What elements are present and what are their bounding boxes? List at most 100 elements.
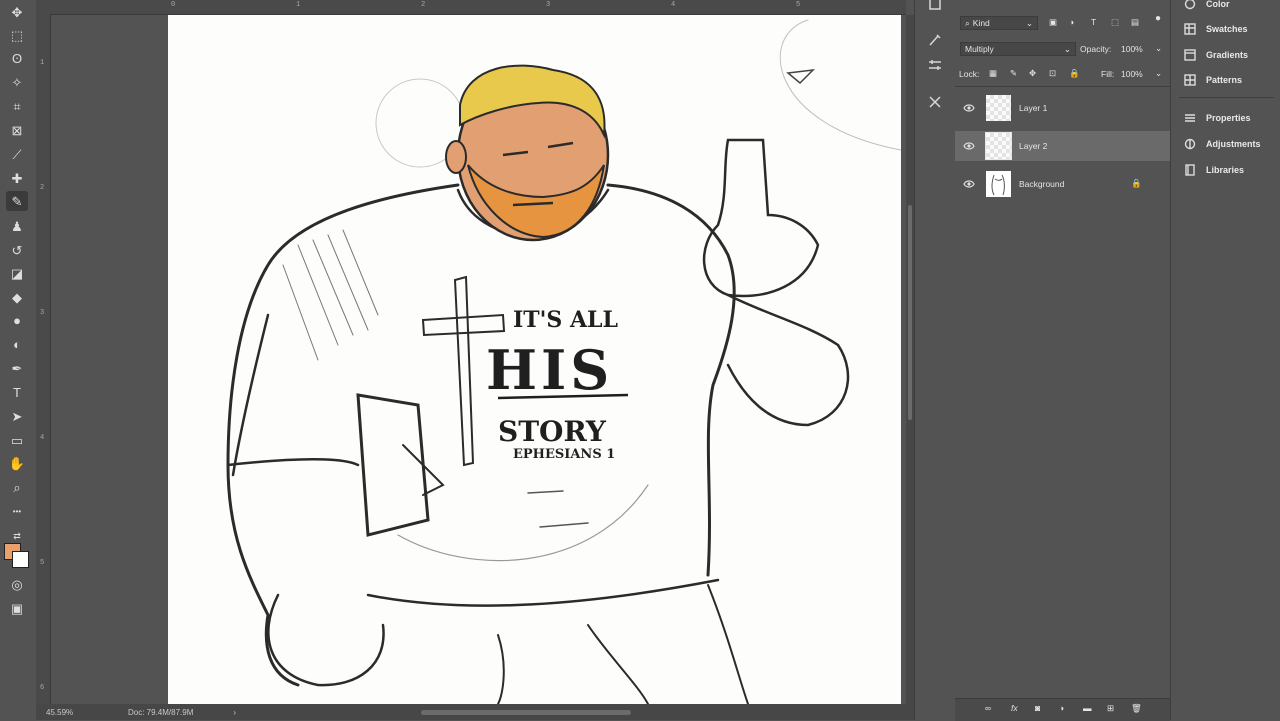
panel-properties[interactable]: Properties <box>1171 108 1280 128</box>
delete-layer-icon[interactable]: 🗑 <box>1131 703 1142 714</box>
brush-tool-icon[interactable]: ✎ <box>6 191 28 211</box>
pen-tool-icon[interactable]: ✒ <box>6 358 28 378</box>
lasso-tool-icon[interactable]: ʘ <box>6 48 28 68</box>
filter-toggle-icon[interactable]: ● <box>1155 13 1161 24</box>
chevron-down-icon: ⌄ <box>1063 43 1071 54</box>
adjustments-icon <box>1183 137 1197 151</box>
blend-mode-value: Multiply <box>965 44 994 54</box>
new-layer-icon[interactable]: ⊞ <box>1107 703 1114 714</box>
zoom-tool-icon[interactable]: ⌕ <box>6 477 28 497</box>
vertical-ruler: 1 2 3 4 5 6 <box>36 14 51 704</box>
eyedropper-tool-icon[interactable]: ⟋ <box>6 144 28 164</box>
history-panel-icon[interactable] <box>927 0 943 12</box>
panel-patterns[interactable]: Patterns <box>1171 70 1280 90</box>
properties-icon <box>1183 111 1197 125</box>
swatches-icon <box>1183 22 1197 36</box>
type-tool-icon[interactable]: T <box>6 382 28 402</box>
ruler-mark: 4 <box>671 1 676 9</box>
blend-mode-dropdown[interactable]: Multiply ⌄ <box>960 42 1076 56</box>
layer-filter-dropdown[interactable]: ⌕ Kind ⌄ <box>960 16 1038 30</box>
filter-shape-icon[interactable]: ⬚ <box>1111 17 1119 28</box>
layer-row-background[interactable]: Background 🔒 <box>955 169 1170 199</box>
screen-mode-icon[interactable]: ▣ <box>6 598 28 618</box>
shirt-text-line4: EPHESIANS 1 <box>513 447 615 462</box>
document-size: Doc: 79.4M/87.9M <box>128 707 194 717</box>
horizontal-scrollbar[interactable] <box>421 710 631 715</box>
hand-tool-icon[interactable]: ✋ <box>6 453 28 473</box>
visibility-eye-icon[interactable] <box>963 102 975 114</box>
move-tool-icon[interactable]: ✥ <box>6 2 28 22</box>
lock-all-icon[interactable]: 🔒 <box>1069 68 1080 79</box>
visibility-eye-icon[interactable] <box>963 140 975 152</box>
crop-tool-icon[interactable]: ⌗ <box>6 96 28 116</box>
lock-position-icon[interactable]: ✥ <box>1029 68 1036 79</box>
status-menu-arrow[interactable]: › <box>193 708 236 717</box>
layer-row-layer-1[interactable]: Layer 1 <box>955 93 1170 123</box>
quick-mask-icon[interactable]: ◎ <box>6 574 28 594</box>
opacity-field[interactable]: 100% <box>1121 44 1143 54</box>
panel-swatches[interactable]: Swatches <box>1171 19 1280 39</box>
blur-tool-icon[interactable]: ● <box>6 310 28 330</box>
eraser-tool-icon[interactable]: ◪ <box>6 263 28 283</box>
healing-brush-tool-icon[interactable]: ✚ <box>6 168 28 188</box>
panel-adjustments[interactable]: Adjustments <box>1171 134 1280 154</box>
vertical-scrollbar[interactable] <box>906 15 914 704</box>
tool-presets-icon[interactable] <box>927 57 943 73</box>
link-layers-icon[interactable]: ∞ <box>985 703 991 713</box>
layer-name: Background <box>1019 179 1065 189</box>
filter-adjustment-icon[interactable]: ◑ <box>1069 17 1074 27</box>
rectangle-tool-icon[interactable]: ▭ <box>6 430 28 450</box>
dodge-tool-icon[interactable]: ◐ <box>6 334 28 354</box>
marquee-tool-icon[interactable]: ⬚ <box>6 25 28 45</box>
more-tools-icon[interactable]: ••• <box>6 502 28 522</box>
tools-panel-icon[interactable] <box>927 94 943 110</box>
horizontal-ruler: 0 1 2 3 4 5 <box>36 0 906 15</box>
ruler-mark: 0 <box>171 1 176 9</box>
lock-icon[interactable]: 🔒 <box>1131 178 1142 189</box>
lock-transparent-icon[interactable]: ▦ <box>989 68 997 79</box>
magic-wand-tool-icon[interactable]: ✧ <box>6 72 28 92</box>
patterns-icon <box>1183 73 1197 87</box>
zoom-level[interactable]: 45.59% <box>36 708 106 717</box>
path-selection-tool-icon[interactable]: ➤ <box>6 406 28 426</box>
fx-icon[interactable]: fx <box>1011 703 1018 713</box>
opacity-label: Opacity: <box>1080 44 1112 54</box>
paint-bucket-tool-icon[interactable]: ◆ <box>6 287 28 307</box>
layer-row-layer-2[interactable]: Layer 2 <box>955 131 1170 161</box>
frame-tool-icon[interactable]: ⊠ <box>6 120 28 140</box>
background-color-swatch[interactable] <box>12 551 29 568</box>
panel-color[interactable]: Color <box>1171 0 1280 14</box>
ruler-mark: 5 <box>40 559 45 567</box>
shirt-text-line3: STORY <box>498 415 607 448</box>
brush-settings-icon[interactable] <box>927 32 943 48</box>
add-mask-icon[interactable]: ◙ <box>1035 703 1040 713</box>
lock-image-icon[interactable]: ✎ <box>1010 68 1017 79</box>
filter-smart-object-icon[interactable]: ▤ <box>1131 17 1139 28</box>
panel-gradients[interactable]: Gradients <box>1171 45 1280 65</box>
visibility-eye-icon[interactable] <box>963 178 975 190</box>
chevron-down-icon[interactable]: ⌄ <box>1155 68 1162 79</box>
ruler-mark: 5 <box>796 1 801 9</box>
lock-artboard-icon[interactable]: ⊡ <box>1049 68 1056 79</box>
clone-stamp-tool-icon[interactable]: ♟ <box>6 216 28 236</box>
new-group-icon[interactable]: ▬ <box>1083 703 1092 713</box>
panel-divider <box>1179 97 1274 98</box>
filter-pixel-icon[interactable]: ▣ <box>1049 17 1057 28</box>
filter-type-icon[interactable]: T <box>1091 17 1096 27</box>
chevron-down-icon[interactable]: ⌄ <box>1155 43 1162 54</box>
scroll-thumb[interactable] <box>908 205 912 420</box>
fill-field[interactable]: 100% <box>1121 69 1143 79</box>
panel-libraries[interactable]: Libraries <box>1171 160 1280 180</box>
document-window[interactable]: IT'S ALL HIS STORY EPHESIANS 1 <box>51 15 906 704</box>
layer-thumbnail <box>986 95 1011 121</box>
history-brush-tool-icon[interactable]: ↺ <box>6 240 28 260</box>
new-adjustment-icon[interactable]: ◑ <box>1059 703 1064 713</box>
collapsed-panels: Color Swatches Gradients Patterns Proper… <box>1171 0 1280 720</box>
fill-label: Fill: <box>1101 69 1115 79</box>
lock-label: Lock: <box>959 69 980 79</box>
ruler-mark: 3 <box>546 1 551 9</box>
swap-colors-icon[interactable]: ⇄ <box>6 526 28 546</box>
panel-label: Properties <box>1206 113 1251 123</box>
layer-name: Layer 1 <box>1019 103 1048 113</box>
canvas[interactable]: IT'S ALL HIS STORY EPHESIANS 1 <box>168 15 901 704</box>
